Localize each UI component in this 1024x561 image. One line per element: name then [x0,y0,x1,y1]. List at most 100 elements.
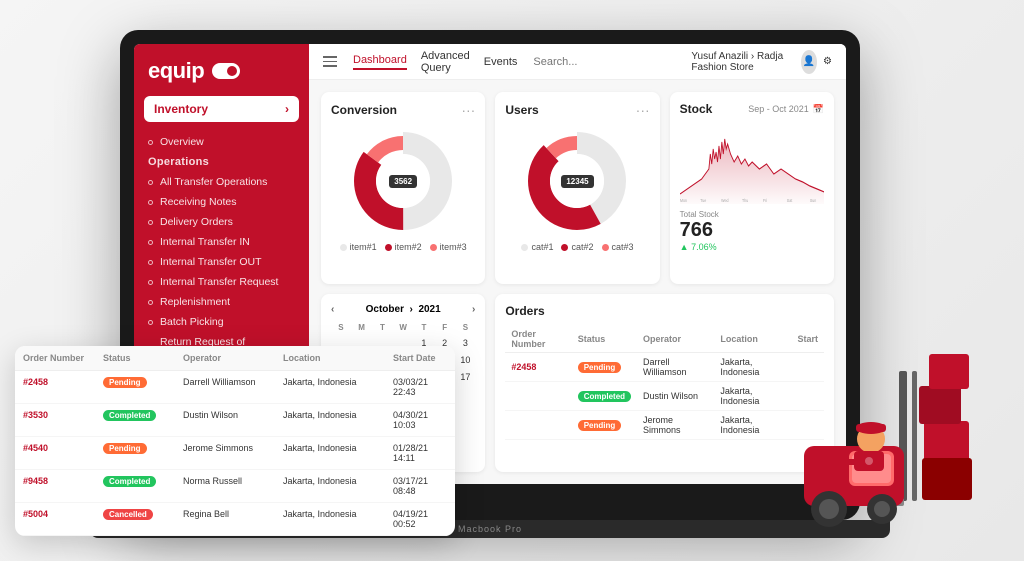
orders-row2-operator: Dustin Wilson [637,382,714,411]
svg-text:Sun: Sun [810,197,817,203]
ft-col-status: Status [95,346,175,370]
legend-item-1: item#1 [340,242,377,252]
nav-advanced-query[interactable]: Advanced Query [421,50,470,74]
legend-dot-1 [340,244,347,251]
floating-table-body: #2458 Pending Darrell Williamson Jakarta… [15,371,455,536]
ft-col-num: Order Number [15,346,95,370]
cal-day-17[interactable]: 17 [456,369,476,385]
floating-table-header: Order Number Status Operator Location St… [15,346,455,371]
cal-day-3[interactable]: 3 [456,335,476,351]
conversion-menu[interactable]: ··· [461,102,475,118]
ft-row4-num: #9458 [15,470,95,502]
search-input[interactable] [533,56,675,68]
sidebar-logo: equip [134,58,309,96]
calendar-prev[interactable]: ‹ [331,304,334,315]
ft-row2-operator: Dustin Wilson [175,404,275,436]
calendar-next[interactable]: › [472,304,475,315]
stock-chart: Mon Tue Wed Thu Fri Sat Sun [680,124,824,204]
stock-date: Sep - Oct 2021 📅 [748,104,824,115]
ft-row3-location: Jakarta, Indonesia [275,437,385,469]
orders-row1-num: #2458 [505,353,571,382]
logo-text: equip [148,58,204,84]
dot-icon [148,260,153,265]
nav-dashboard[interactable]: Dashboard [353,54,407,70]
avatar: 👤 [801,50,817,74]
topbar-search [533,56,675,68]
sidebar-section-operations: Operations [134,152,309,172]
ft-row-1[interactable]: #2458 Pending Darrell Williamson Jakarta… [15,371,455,404]
ft-col-operator: Operator [175,346,275,370]
calendar-icon[interactable]: 📅 [813,104,824,115]
stock-chart-svg: Mon Tue Wed Thu Fri Sat Sun [680,124,824,204]
sidebar-inventory-button[interactable]: Inventory › [144,96,299,122]
ft-row2-num: #3530 [15,404,95,436]
users-legend: cat#1 cat#2 cat#3 [505,242,649,252]
ft-row1-operator: Darrell Williamson [175,371,275,403]
sidebar-item-all-transfer[interactable]: All Transfer Operations [134,172,309,192]
settings-icon[interactable]: ⚙ [823,56,832,67]
orders-row3-num [505,411,571,440]
stock-area [680,139,824,204]
sidebar-item-receiving[interactable]: Receiving Notes [134,192,309,212]
box-2 [919,386,961,424]
legend-dot-2 [385,244,392,251]
ft-row1-location: Jakarta, Indonesia [275,371,385,403]
users-menu[interactable]: ··· [636,102,650,118]
wheel-2-inner [874,501,890,517]
sidebar-item-internal-in[interactable]: Internal Transfer IN [134,232,309,252]
sidebar-item-internal-request[interactable]: Internal Transfer Request [134,272,309,292]
dot-icon [148,200,153,205]
nav-events[interactable]: Events [484,56,518,68]
ft-row-2[interactable]: #3530 Completed Dustin Wilson Jakarta, I… [15,404,455,437]
users-card-header: Users ··· [505,102,649,118]
box-4 [922,458,972,500]
conversion-card: Conversion ··· [321,92,485,284]
stock-change: ▲ 7.06% [680,242,824,252]
cal-header-s2: S [456,321,476,334]
ft-row3-status: Pending [95,437,175,469]
dot-icon [148,180,153,185]
orders-title: Orders [505,304,544,318]
svg-text:Fri: Fri [763,197,767,203]
sidebar-item-internal-out[interactable]: Internal Transfer OUT [134,252,309,272]
ft-row3-num: #4540 [15,437,95,469]
ft-row2-status: Completed [95,404,175,436]
cal-day-10[interactable]: 10 [456,352,476,368]
cal-header-t2: T [414,321,434,334]
orders-row2-num [505,382,571,411]
ft-row4-location: Jakarta, Indonesia [275,470,385,502]
calendar-month-year: October › 2021 [366,304,441,315]
ft-row-4[interactable]: #9458 Completed Norma Russell Jakarta, I… [15,470,455,503]
sidebar-item-overview[interactable]: Overview [134,132,309,152]
cal-header-f: F [435,321,455,334]
ft-row-3[interactable]: #4540 Pending Jerome Simmons Jakarta, In… [15,437,455,470]
sidebar-item-delivery[interactable]: Delivery Orders [134,212,309,232]
orders-col-operator: Operator [637,326,714,353]
sidebar-item-batch-picking[interactable]: Batch Picking [134,312,309,332]
users-legend-item-3: cat#3 [602,242,634,252]
floating-table: Order Number Status Operator Location St… [15,346,455,536]
sidebar-item-replenishment[interactable]: Replenishment [134,292,309,312]
cal-header-m: M [352,321,372,334]
logo-toggle[interactable] [212,63,240,79]
svg-text:Tue: Tue [700,197,707,203]
ft-row4-start: 03/17/21 08:48 [385,470,455,502]
dot-icon [148,220,153,225]
hamburger-menu[interactable] [323,56,337,67]
stock-total-label: Total Stock [680,210,824,219]
stock-card-header: Stock Sep - Oct 2021 📅 [680,102,824,116]
forklift-illustration [704,291,1004,551]
ft-row5-status: Cancelled [95,503,175,535]
ft-row-5[interactable]: #5004 Cancelled Regina Bell Jakarta, Ind… [15,503,455,536]
orders-col-status: Status [572,326,637,353]
users-legend-item-2: cat#2 [561,242,593,252]
dot-icon [148,240,153,245]
orders-row1-status: Pending [572,353,637,382]
dot-icon [148,320,153,325]
orders-row1-operator: Darrell Williamson [637,353,714,382]
cal-header-w: W [393,321,413,334]
gear-decoration [865,457,873,465]
ft-row5-num: #5004 [15,503,95,535]
ft-row5-operator: Regina Bell [175,503,275,535]
calendar-header: ‹ October › 2021 › [331,304,475,315]
